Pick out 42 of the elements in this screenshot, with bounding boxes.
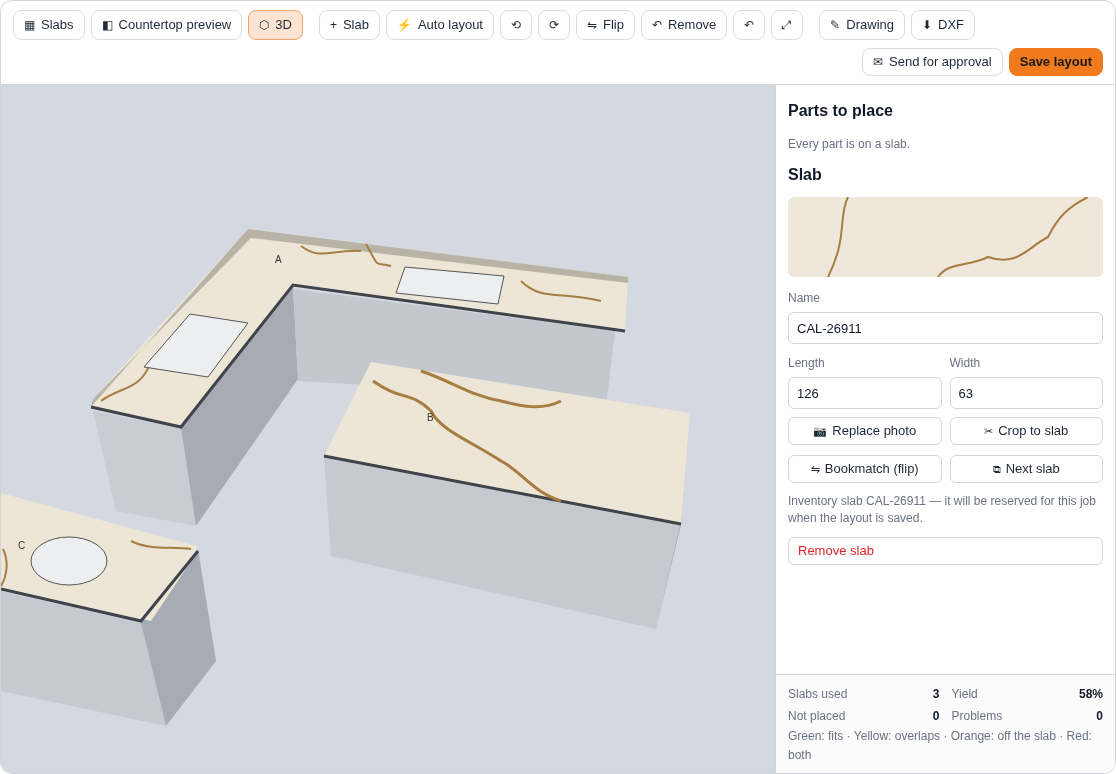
- toolbar-icon-button[interactable]: ⟲: [500, 10, 532, 40]
- stat-label: Not placed: [788, 708, 846, 725]
- toolbar-button[interactable]: ⇋ Flip: [576, 10, 635, 40]
- stat-value: 3: [932, 686, 940, 703]
- toolbar-button[interactable]: ⬡ 3D: [248, 10, 303, 40]
- panel-button[interactable]: 📷 Replace photo: [788, 417, 942, 445]
- field-label: Name: [788, 290, 821, 307]
- toolbar-icon-button[interactable]: ⤢: [771, 10, 804, 40]
- panel-button[interactable]: ✂ Crop to slab: [949, 417, 1103, 445]
- save-button[interactable]: Save layout: [1008, 48, 1103, 76]
- panel-title: Parts to place: [788, 101, 894, 121]
- panel-button[interactable]: ⇋ Bookmatch (flip): [788, 455, 942, 483]
- stat-label: Yield: [951, 686, 978, 703]
- legend-text: Green: fits · Yellow: overlaps · Orange: off the slab · Red: both: [788, 728, 1093, 764]
- panel-button[interactable]: ⧉ Next slab: [949, 455, 1103, 483]
- stat-value: 0: [1096, 708, 1103, 725]
- field-label: Width: [949, 355, 982, 372]
- section-title: Slab: [788, 165, 823, 185]
- name-field[interactable]: CAL-26911: [788, 312, 1103, 344]
- toolbar-button[interactable]: ⚡ Auto layout: [385, 10, 494, 40]
- inventory-note: Inventory slab CAL-26911 — it will be reserved for this job when the layout is saved.: [788, 493, 1097, 527]
- toolbar-button[interactable]: ✎ Drawing: [819, 10, 906, 40]
- stat-value: 58%: [1078, 686, 1103, 703]
- toolbar-button[interactable]: ◧ Countertop preview: [90, 10, 243, 40]
- stat-label: Problems: [951, 708, 1003, 725]
- toolbar-button[interactable]: ⬇ DXF: [911, 10, 976, 40]
- toolbar-button[interactable]: ↶ Remove: [640, 10, 728, 40]
- number-field[interactable]: 126: [788, 377, 942, 409]
- toolbar-icon-button[interactable]: ↶: [733, 10, 766, 40]
- toolbar-icon-button[interactable]: ⟳: [538, 10, 570, 40]
- status-text: Every part is on a slab.: [788, 136, 912, 153]
- stat-value: 0: [932, 708, 940, 725]
- field-label: Length: [788, 355, 826, 372]
- toolbar-button[interactable]: ▦ Slabs: [13, 10, 85, 40]
- toolbar-button[interactable]: + Slab: [318, 10, 380, 40]
- stat-label: Slabs used: [788, 686, 848, 703]
- remove-slab-button[interactable]: Remove slab: [788, 537, 1103, 565]
- number-field[interactable]: 63: [949, 377, 1103, 409]
- send-button[interactable]: ✉ Send for approval: [862, 48, 1003, 76]
- part-label: C: [18, 540, 26, 551]
- part-label: B: [427, 412, 434, 423]
- part-label: A: [275, 254, 282, 265]
